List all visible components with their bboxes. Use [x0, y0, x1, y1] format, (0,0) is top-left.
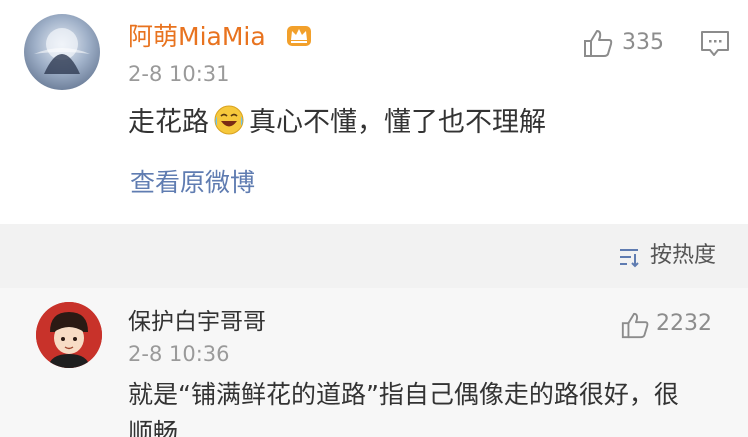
avatar[interactable]: [36, 302, 102, 368]
reply-text: 就是“铺满鲜花的道路”指自己偶像走的路很好，很顺畅: [128, 380, 679, 437]
main-comment: 阿萌MiaMia 2-8 10:31 335 走花路 真心不懂，懂了也不理解 查…: [0, 0, 748, 224]
crown-icon: [287, 26, 311, 46]
like-count: 335: [622, 30, 664, 55]
thumbs-up-icon[interactable]: [582, 27, 614, 59]
post-text-part1: 走花路: [128, 107, 209, 138]
post-text: 走花路 真心不懂，懂了也不理解: [128, 103, 546, 143]
laughing-tears-emoji-icon: [214, 105, 244, 135]
reply-comment: 保护白宇哥哥 2-8 10:36 2232 就是“铺满鲜花的道路”指自己偶像走的…: [0, 288, 748, 437]
weibo-comments-page: 阿萌MiaMia 2-8 10:31 335 走花路 真心不懂，懂了也不理解 查…: [0, 0, 748, 437]
reply-timestamp: 2-8 10:36: [128, 342, 230, 366]
comment-icon[interactable]: [700, 30, 730, 58]
thumbs-up-icon[interactable]: [620, 310, 650, 340]
post-timestamp: 2-8 10:31: [128, 62, 230, 86]
view-original-link[interactable]: 查看原微博: [130, 165, 255, 201]
reply-username[interactable]: 保护白宇哥哥: [128, 306, 266, 338]
post-username[interactable]: 阿萌MiaMia: [128, 20, 266, 54]
sort-by-hotness-button[interactable]: 按热度: [650, 240, 716, 272]
sort-bar: 按热度: [0, 224, 748, 288]
sort-icon[interactable]: [618, 246, 640, 268]
post-text-part2: 真心不懂，懂了也不理解: [249, 107, 546, 138]
reply-like-count: 2232: [656, 311, 712, 336]
avatar[interactable]: [24, 14, 100, 90]
